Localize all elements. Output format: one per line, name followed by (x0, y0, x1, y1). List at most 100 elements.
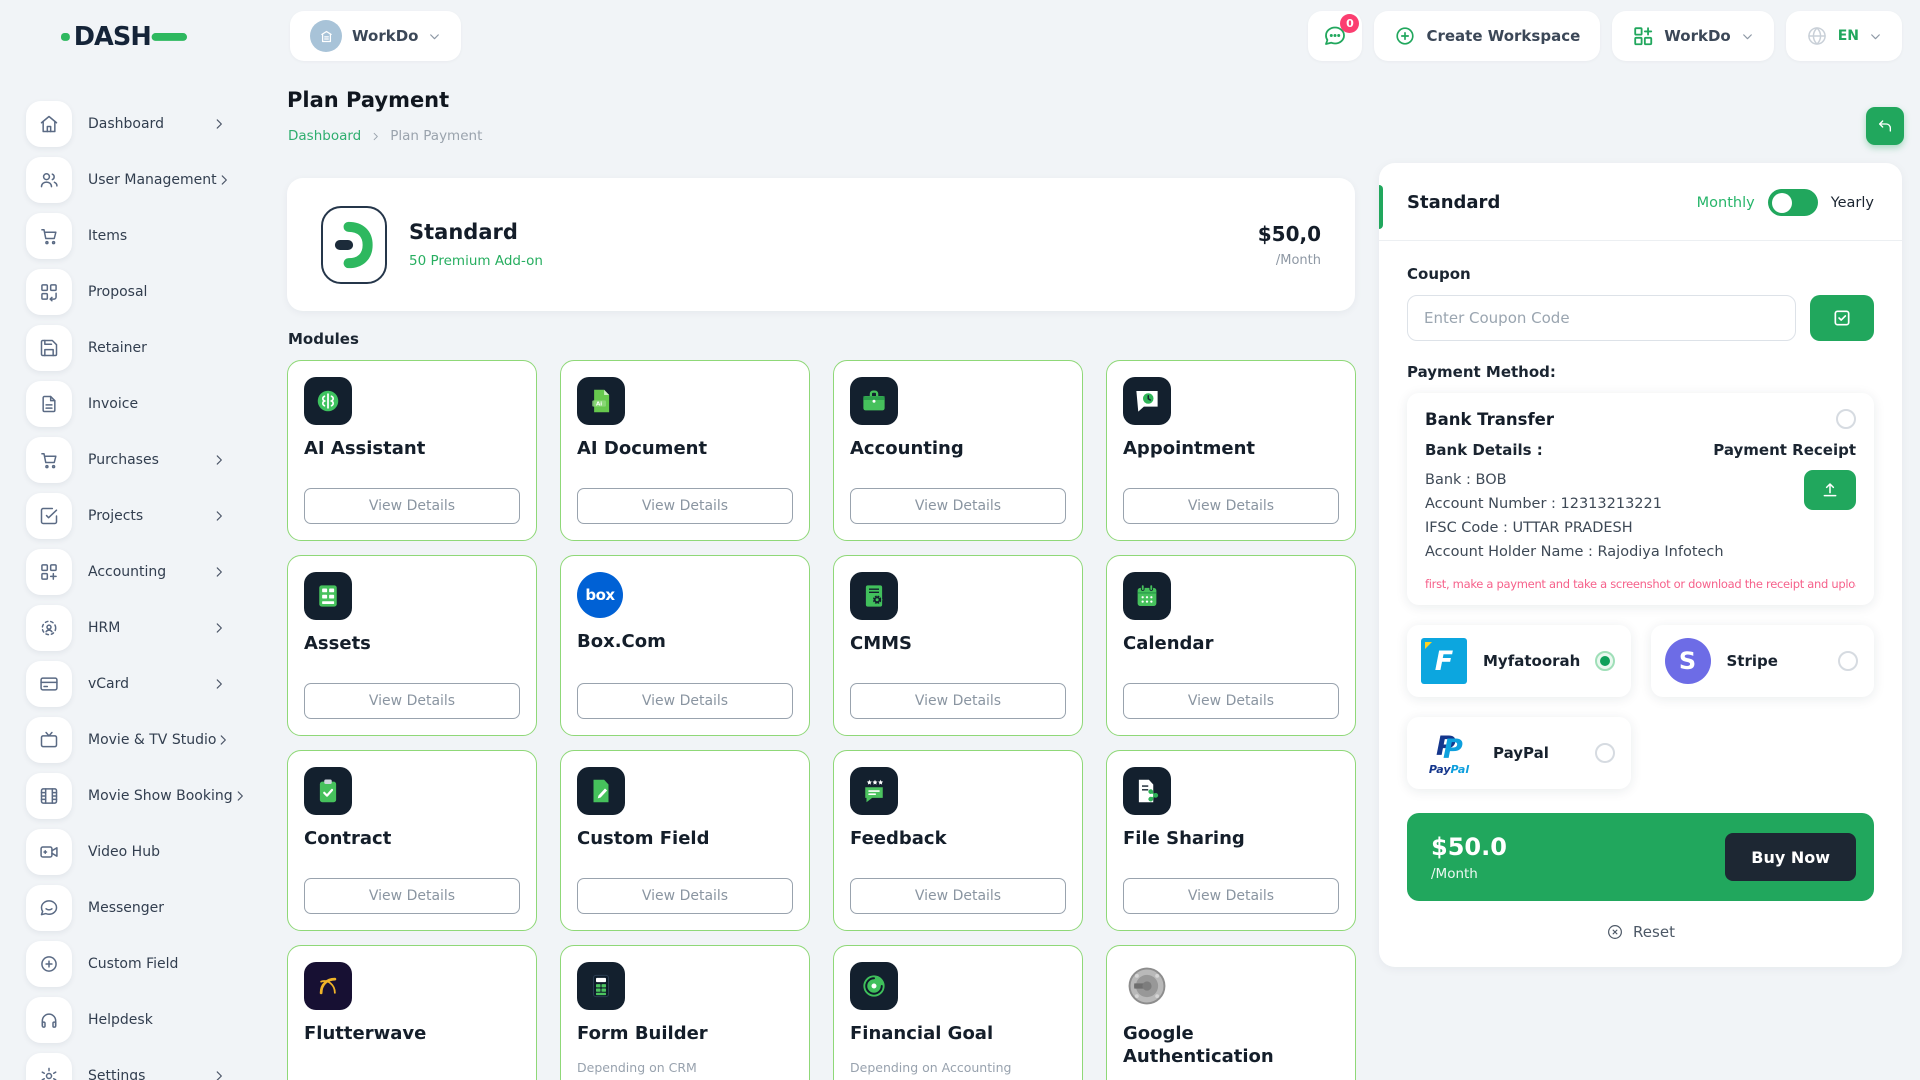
sidebar-item-user-management[interactable]: User Management (0, 152, 250, 208)
clipboard-check-icon (304, 767, 352, 815)
payment-receipt-label: Payment Receipt (1713, 441, 1856, 459)
module-title: Financial Goal (850, 1023, 994, 1044)
sidebar-item-projects[interactable]: Projects (0, 488, 250, 544)
sidebar-item-hrm[interactable]: HRM (0, 600, 250, 656)
sidebar-item-movie-show-booking[interactable]: Movie Show Booking (0, 768, 250, 824)
bank-transfer-radio[interactable] (1836, 409, 1856, 429)
sidebar-item-vcard[interactable]: vCard (0, 656, 250, 712)
view-details-button[interactable]: View Details (577, 683, 793, 719)
view-details-button[interactable]: View Details (304, 878, 520, 914)
checkout-period: /Month (1431, 865, 1478, 882)
sidebar-item-accounting[interactable]: Accounting (0, 544, 250, 600)
module-card-file-sharing: File Sharing View Details (1106, 750, 1356, 931)
bank-detail-line: Account Number : 12313213221 (1425, 496, 1662, 512)
sidebar-item-movie-tv-studio[interactable]: Movie & TV Studio (0, 712, 250, 768)
bank-transfer-title: Bank Transfer (1425, 409, 1554, 429)
sidebar-item-helpdesk[interactable]: Helpdesk (0, 992, 250, 1048)
box-logo-icon: box (577, 572, 623, 618)
sidebar-item-settings[interactable]: Settings (0, 1048, 250, 1080)
sidebar-item-purchases[interactable]: Purchases (0, 432, 250, 488)
sidebar-item-label: Custom Field (88, 956, 179, 972)
reset-button[interactable]: Reset (1407, 923, 1874, 941)
yearly-label[interactable]: Yearly (1831, 195, 1874, 211)
messages-button[interactable]: 0 (1308, 11, 1363, 61)
plan-addon-link[interactable]: 50 Premium Add-on (409, 253, 543, 269)
sidebar-item-invoice[interactable]: Invoice (0, 376, 250, 432)
payment-method-paypal[interactable]: P P PayPal PayPal (1407, 717, 1631, 789)
upload-receipt-button[interactable] (1804, 470, 1856, 510)
sidebar-item-label: Proposal (88, 284, 148, 300)
view-details-button[interactable]: View Details (577, 878, 793, 914)
buy-now-button[interactable]: Buy Now (1725, 833, 1856, 881)
plan-price-period: /Month (1275, 252, 1321, 268)
calculator-icon (304, 572, 352, 620)
radio-stripe[interactable] (1838, 651, 1858, 671)
sidebar-item-label: Messenger (88, 900, 165, 916)
create-workspace-button[interactable]: Create Workspace (1374, 11, 1601, 61)
back-button[interactable] (1866, 107, 1904, 145)
toggle-knob (1771, 192, 1792, 213)
payment-method-label: Stripe (1726, 652, 1778, 670)
sidebar-item-messenger[interactable]: Messenger (0, 880, 250, 936)
view-details-button[interactable]: View Details (850, 683, 1066, 719)
sidebar-item-dashboard[interactable]: Dashboard (0, 96, 250, 152)
monthly-label[interactable]: Monthly (1697, 195, 1755, 211)
apply-coupon-button[interactable] (1810, 295, 1874, 341)
language-selector[interactable]: EN (1785, 11, 1902, 61)
app-logo: DASH (0, 21, 250, 51)
view-details-button[interactable]: View Details (304, 683, 520, 719)
workdo-grid-icon (1632, 25, 1654, 47)
scan-user-icon (26, 605, 72, 651)
briefcase-icon (850, 377, 898, 425)
file-text-icon (26, 381, 72, 427)
myfatoorah-logo-icon: F (1421, 638, 1467, 684)
coupon-input[interactable] (1407, 295, 1796, 341)
view-details-button[interactable]: View Details (304, 488, 520, 524)
sidebar-item-items[interactable]: Items (0, 208, 250, 264)
sidebar-item-custom-field[interactable]: Custom Field (0, 936, 250, 992)
form-builder-icon (577, 962, 625, 1010)
save-icon (26, 325, 72, 371)
view-details-button[interactable]: View Details (1123, 878, 1339, 914)
module-card-appointment: Appointment View Details (1106, 360, 1356, 541)
sidebar-item-retainer[interactable]: Retainer (0, 320, 250, 376)
feedback-icon (850, 767, 898, 815)
coupon-label: Coupon (1407, 265, 1471, 283)
view-details-button[interactable]: View Details (850, 488, 1066, 524)
flutterwave-icon (304, 962, 352, 1010)
workdo-menu-button[interactable]: WorkDo (1612, 11, 1774, 61)
payment-method-myfatoorah[interactable]: F Myfatoorah (1407, 625, 1631, 697)
view-details-button[interactable]: View Details (577, 488, 793, 524)
tv-icon (26, 717, 72, 763)
module-title: Calendar (1123, 633, 1214, 654)
sidebar-item-label: Purchases (88, 452, 159, 468)
credit-card-icon (26, 661, 72, 707)
view-details-button[interactable]: View Details (1123, 488, 1339, 524)
sidebar-item-label: Accounting (88, 564, 167, 580)
chevron-right-icon (212, 509, 226, 523)
sidebar-item-video-hub[interactable]: Video Hub (0, 824, 250, 880)
sidebar-item-label: User Management (88, 172, 217, 188)
radio-paypal[interactable] (1594, 743, 1615, 763)
language-label: EN (1837, 28, 1859, 44)
workspace-selector[interactable]: WorkDo (290, 11, 462, 61)
sidebar-item-proposal[interactable]: Proposal (0, 264, 250, 320)
billing-period-toggle[interactable] (1767, 189, 1818, 216)
plus-circle-icon (1394, 25, 1416, 47)
view-details-button[interactable]: View Details (850, 878, 1066, 914)
payment-methods-grid: F Myfatoorah S Stripe P P PayPal PayPal (1407, 625, 1874, 789)
view-details-button[interactable]: View Details (1123, 683, 1339, 719)
radio-myfatoorah[interactable] (1594, 651, 1615, 671)
breadcrumb-current: Plan Payment (390, 128, 483, 144)
payment-method-stripe[interactable]: S Stripe (1650, 625, 1874, 697)
module-card-box-com: box Box.Com View Details (560, 555, 810, 736)
sidebar-item-label: Dashboard (88, 116, 164, 132)
module-card-ai-assistant: AI Assistant View Details (287, 360, 537, 541)
current-plan-card: Standard 50 Premium Add-on $50,0 /Month (287, 178, 1355, 311)
module-title: AI Document (577, 438, 708, 459)
upload-icon (1821, 481, 1839, 499)
breadcrumb-dashboard-link[interactable]: Dashboard (288, 128, 361, 144)
module-note: Depending on CRM (577, 1059, 697, 1075)
brain-icon (304, 377, 352, 425)
bank-details-label: Bank Details : (1425, 441, 1543, 459)
